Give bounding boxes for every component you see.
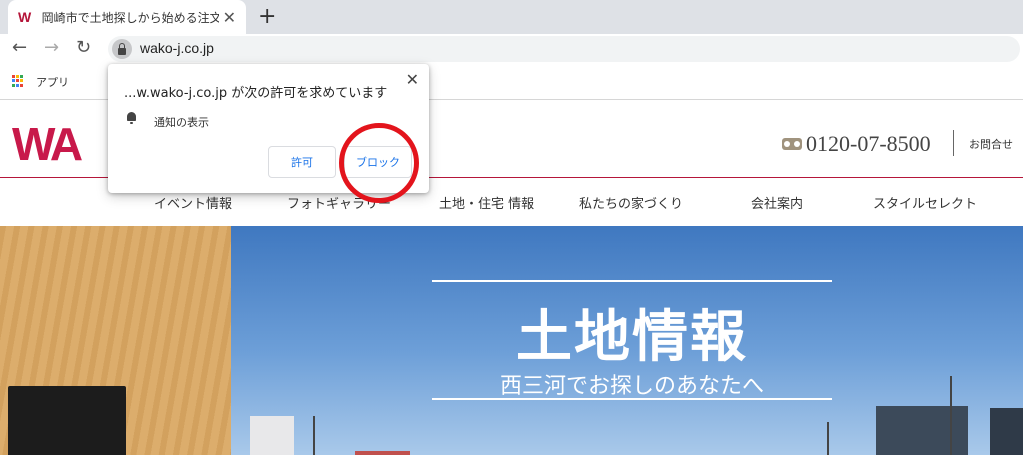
nav-item-land-housing[interactable]: 土地・住宅 情報 xyxy=(439,193,534,212)
hero-line-bottom xyxy=(432,398,832,400)
close-icon[interactable]: ✕ xyxy=(406,70,419,89)
allow-button[interactable]: 許可 xyxy=(268,146,336,178)
browser-tab[interactable]: W 岡崎市で土地探しから始める注文住 ✕ xyxy=(8,0,246,34)
back-arrow-icon[interactable]: ← xyxy=(12,37,27,58)
address-bar[interactable]: wako-j.co.jp xyxy=(108,36,1020,62)
nav-item-events[interactable]: イベント情報 xyxy=(154,193,232,212)
utility-pole xyxy=(827,422,829,455)
building-image xyxy=(250,416,294,455)
browser-toolbar: ← → ↻ wako-j.co.jp xyxy=(0,34,1023,64)
site-favicon-icon: W xyxy=(18,9,32,25)
contact-link[interactable]: お問合せ xyxy=(969,136,1013,152)
url-text[interactable]: wako-j.co.jp xyxy=(140,40,214,56)
forward-arrow-icon[interactable]: → xyxy=(44,37,59,58)
nav-item-company[interactable]: 会社案内 xyxy=(751,193,803,212)
bell-icon xyxy=(126,112,137,124)
phone-number-block[interactable]: 0120-07-8500 xyxy=(782,131,931,157)
tab-title: 岡崎市で土地探しから始める注文住 xyxy=(41,10,219,25)
annotation-circle xyxy=(339,123,419,203)
wood-wall-image xyxy=(0,226,231,455)
antenna-pole xyxy=(950,376,952,455)
hero-title: 土地情報 xyxy=(516,305,748,370)
utility-pole xyxy=(313,416,315,455)
roof-image xyxy=(355,451,410,455)
site-logo[interactable]: WA xyxy=(12,117,83,171)
hero-banner: 土地情報 西三河でお探しのあなたへ xyxy=(0,226,1023,455)
permission-title: ...w.wako-j.co.jp が次の許可を求めています xyxy=(124,86,388,101)
hero-line-top xyxy=(432,280,832,282)
nav-item-home-building[interactable]: 私たちの家づくり xyxy=(579,193,683,212)
bookmark-apps[interactable]: アプリ xyxy=(36,74,69,90)
new-tab-button[interactable]: + xyxy=(258,4,276,29)
permission-label: 通知の表示 xyxy=(154,116,209,129)
house-image xyxy=(990,408,1023,455)
free-dial-icon xyxy=(782,138,802,150)
header-divider xyxy=(953,130,954,156)
reload-icon[interactable]: ↻ xyxy=(76,37,91,58)
tab-close-icon[interactable]: ✕ xyxy=(223,8,236,27)
tv-image xyxy=(8,386,126,455)
lock-icon[interactable] xyxy=(112,39,132,59)
phone-number: 0120-07-8500 xyxy=(806,131,931,156)
house-image xyxy=(876,406,968,455)
hero-subtitle: 西三河でお探しのあなたへ xyxy=(499,374,764,399)
tab-strip: W 岡崎市で土地探しから始める注文住 ✕ + xyxy=(0,0,1023,34)
apps-grid-icon xyxy=(12,75,24,87)
nav-item-style-select[interactable]: スタイルセレクト xyxy=(873,193,977,212)
